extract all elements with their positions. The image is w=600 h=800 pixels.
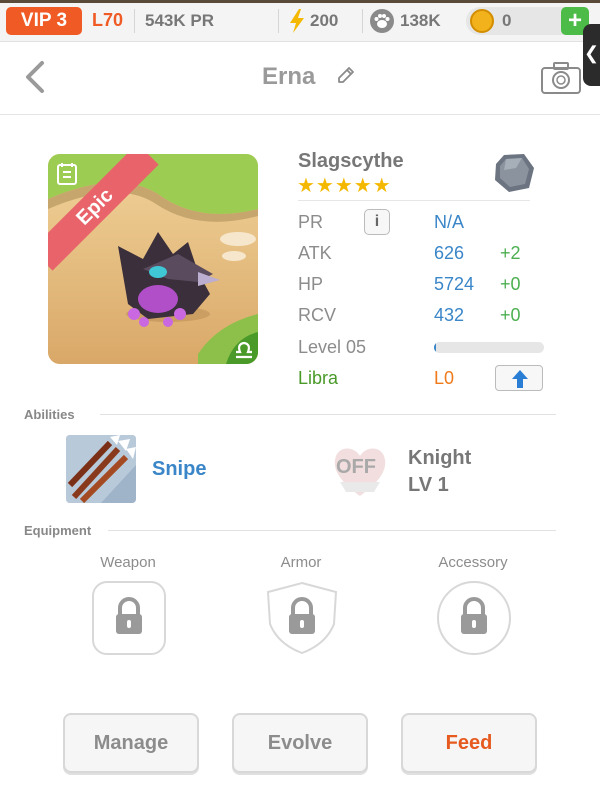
class-name: Knight (408, 447, 472, 469)
class-level: LV 1 (408, 474, 449, 496)
gold-value: 0 (502, 11, 512, 30)
info-button[interactable]: i (364, 209, 390, 235)
armor-slot[interactable] (264, 580, 340, 656)
vip-badge[interactable]: VIP 3 (6, 7, 82, 35)
food-value: 138K (400, 11, 441, 30)
coin-icon (470, 9, 494, 33)
pr-value: N/A (434, 212, 465, 232)
back-arrow-icon[interactable] (22, 57, 52, 97)
page-title: Erna (262, 63, 316, 90)
rcv-label: RCV (298, 305, 337, 325)
monster-name: Slagscythe (298, 150, 404, 172)
food-counter[interactable]: 138K (370, 8, 460, 34)
pr-label: PR (298, 212, 324, 232)
paw-icon (370, 9, 394, 33)
energy-counter[interactable]: 200 (288, 8, 368, 34)
divider (278, 9, 279, 33)
atk-label: ATK (298, 243, 332, 263)
edit-pencil-icon[interactable] (335, 64, 357, 86)
arrow-up-icon (512, 370, 528, 388)
level-label: Level 05 (298, 337, 367, 357)
feed-button[interactable]: Feed (401, 713, 537, 773)
monster-detail-screen: VIP 3 L70 543K PR 200 138K 0 + ❮ Erna Ep… (0, 0, 600, 800)
libra-sign-icon (226, 332, 258, 364)
snipe-skill-icon[interactable] (66, 435, 136, 503)
manage-button[interactable]: Manage (63, 713, 199, 773)
hp-value: 5724 (434, 274, 475, 294)
xp-progress-bar (434, 342, 544, 353)
equipment-heading: Equipment (24, 523, 92, 538)
hp-label: HP (298, 274, 324, 294)
divider (362, 9, 363, 33)
accessory-label: Accessory (438, 554, 508, 571)
divider (134, 9, 135, 33)
star-rating: ★★★★★ (297, 175, 392, 197)
rock-element-icon[interactable] (492, 152, 536, 194)
divider (100, 414, 556, 415)
divider (108, 530, 556, 531)
accessory-slot[interactable] (436, 580, 512, 656)
abilities-heading: Abilities (24, 407, 75, 422)
class-off-label: OFF (336, 456, 376, 478)
sign-upgrade-button[interactable] (495, 365, 543, 391)
camera-icon[interactable] (540, 61, 582, 95)
xp-progress-fill (434, 342, 437, 353)
atk-bonus: +2 (500, 243, 521, 263)
monster-portrait[interactable]: Epic (48, 154, 258, 364)
divider (298, 200, 530, 201)
skill-name[interactable]: Snipe (152, 458, 206, 481)
rcv-bonus: +0 (500, 305, 521, 325)
player-level: L70 (92, 10, 124, 30)
hp-bonus: +0 (500, 274, 521, 294)
status-bar: VIP 3 L70 543K PR 200 138K 0 + (0, 0, 600, 42)
sign-label: Libra (298, 368, 339, 388)
atk-value: 626 (434, 243, 465, 263)
rcv-value: 432 (434, 305, 465, 325)
weapon-slot[interactable] (91, 580, 167, 656)
energy-value: 200 (310, 11, 339, 30)
armor-label: Armor (280, 554, 322, 571)
power-rating: 543K PR (145, 11, 214, 30)
status-strip (0, 0, 600, 3)
weapon-label: Weapon (100, 554, 156, 571)
sign-level: L0 (434, 368, 455, 388)
header: Erna (0, 43, 600, 115)
evolve-button[interactable]: Evolve (232, 713, 368, 773)
card-list-icon (57, 163, 77, 185)
lightning-icon (290, 9, 304, 33)
